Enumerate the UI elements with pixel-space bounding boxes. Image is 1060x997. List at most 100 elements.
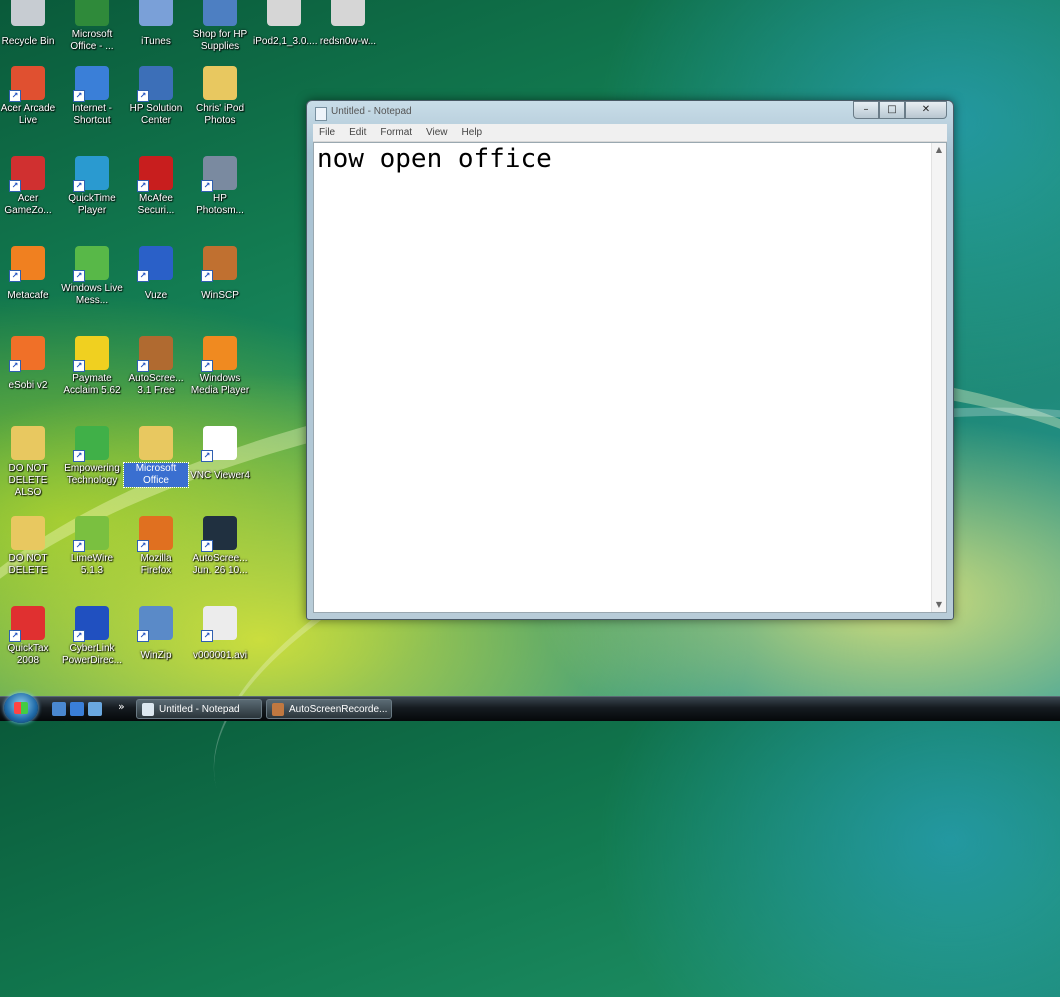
desktop-icon[interactable]: Microsoft Office xyxy=(123,426,189,488)
taskbar-button[interactable]: AutoScreenRecorde... xyxy=(266,699,392,719)
desktop-icon-label: HP Photosm... xyxy=(196,193,244,216)
desktop-icon-label: AutoScree... Jun. 26 10... xyxy=(192,553,248,576)
desktop-icon[interactable]: ↗ Windows Live Mess... xyxy=(60,246,124,307)
desktop-icon-label: QuickTime Player xyxy=(68,193,116,216)
desktop-icon[interactable]: ↗ Mozilla Firefox xyxy=(124,516,188,577)
desktop-icon[interactable]: DO NOT DELETE ALSO xyxy=(0,426,60,499)
desktop-icon-label: Shop for HP Supplies xyxy=(192,29,248,52)
desktop-icon-label: HP Solution Center xyxy=(129,103,183,126)
desktop-icon[interactable]: ↗ McAfee Securi... xyxy=(124,156,188,217)
desktop-icon[interactable]: ↗ QuickTime Player xyxy=(60,156,124,217)
internet-explorer-icon[interactable] xyxy=(70,702,84,716)
folder-icon xyxy=(139,426,173,460)
switch-windows-icon[interactable] xyxy=(88,702,102,716)
desktop-icon-label: DO NOT DELETE xyxy=(8,553,48,576)
shortcut-arrow-icon: ↗ xyxy=(73,540,85,552)
hp-photo-icon: ↗ xyxy=(201,156,237,192)
desktop-icon[interactable]: ↗ v000001.avi xyxy=(188,606,252,662)
vnc-icon: ↗ xyxy=(201,426,237,462)
desktop-icon[interactable]: ↗ CyberLink PowerDirec... xyxy=(60,606,124,667)
desktop-icon[interactable]: ↗ Metacafe xyxy=(0,246,60,302)
desktop-icon[interactable]: ↗ LimeWire 5.1.3 xyxy=(60,516,124,577)
close-button[interactable]: ✕ xyxy=(905,101,947,119)
desktop-icon[interactable]: Shop for HP Supplies xyxy=(188,0,252,53)
menu-bar: File Edit Format View Help xyxy=(313,124,947,142)
desktop-icon[interactable]: DO NOT DELETE xyxy=(0,516,60,577)
desktop-icon[interactable]: ↗ QuickTax 2008 xyxy=(0,606,60,667)
notepad-window[interactable]: Untitled - Notepad – □ ✕ File Edit Forma… xyxy=(306,100,954,620)
desktop-icon-label: Metacafe xyxy=(7,290,49,301)
desktop-icon[interactable]: ↗ WinSCP xyxy=(188,246,252,302)
menu-help[interactable]: Help xyxy=(462,127,483,138)
shortcut-arrow-icon: ↗ xyxy=(73,630,85,642)
desktop-icon-label: Recycle Bin xyxy=(1,36,55,47)
quicktime-icon: ↗ xyxy=(73,156,109,192)
desktop-icon[interactable]: ↗ AutoScree... Jun. 26 10... xyxy=(188,516,252,577)
desktop-icon[interactable]: ↗ WinZip xyxy=(124,606,188,662)
vertical-scrollbar[interactable]: ▲ ▼ xyxy=(931,143,946,612)
desktop-icon-label: LimeWire 5.1.3 xyxy=(70,553,114,576)
menu-view[interactable]: View xyxy=(426,127,448,138)
empowering-icon: ↗ xyxy=(73,426,109,462)
cube-icon: ↗ xyxy=(9,156,45,192)
desktop-icon-label: redsn0w-w... xyxy=(319,36,377,47)
desktop-icon-label: CyberLink PowerDirec... xyxy=(61,643,122,666)
metacafe-icon: ↗ xyxy=(9,246,45,282)
desktop-icon[interactable]: ↗ AutoScree... 3.1 Free xyxy=(124,336,188,397)
winscp-icon: ↗ xyxy=(201,246,237,282)
vuze-icon: ↗ xyxy=(137,246,173,282)
esobi-icon: ↗ xyxy=(9,336,45,372)
desktop-icon[interactable]: Recycle Bin xyxy=(0,0,60,48)
desktop-icon[interactable]: redsn0w-w... xyxy=(316,0,380,48)
minimize-button[interactable]: – xyxy=(853,101,879,119)
taskbar-button[interactable]: Untitled - Notepad xyxy=(136,699,262,719)
desktop-icon[interactable]: Chris' iPod Photos xyxy=(188,66,252,127)
desktop-icon-label: iPod2,1_3.0.... xyxy=(253,36,318,47)
shortcut-arrow-icon: ↗ xyxy=(9,270,21,282)
shortcut-arrow-icon: ↗ xyxy=(73,450,85,462)
editor-content[interactable]: now open office xyxy=(317,144,552,174)
desktop-icon[interactable]: ↗ HP Photosm... xyxy=(188,156,252,217)
menu-format[interactable]: Format xyxy=(380,127,412,138)
menu-file[interactable]: File xyxy=(319,127,335,138)
shortcut-arrow-icon: ↗ xyxy=(73,360,85,372)
avi-file-icon: ↗ xyxy=(201,606,237,642)
desktop-icon[interactable]: ↗ HP Solution Center xyxy=(124,66,188,127)
show-desktop-icon[interactable] xyxy=(52,702,66,716)
start-button[interactable] xyxy=(4,693,38,723)
shortcut-arrow-icon: ↗ xyxy=(137,270,149,282)
scroll-down-icon[interactable]: ▼ xyxy=(932,598,946,612)
scroll-up-icon[interactable]: ▲ xyxy=(932,143,946,157)
desktop-icon[interactable]: ↗ Acer GameZo... xyxy=(0,156,60,217)
shortcut-arrow-icon: ↗ xyxy=(201,360,213,372)
desktop-icon[interactable]: ↗ Windows Media Player xyxy=(188,336,252,397)
media-player-icon: ↗ xyxy=(201,336,237,372)
shortcut-arrow-icon: ↗ xyxy=(73,180,85,192)
desktop-icon[interactable]: iPod2,1_3.0.... xyxy=(252,0,318,48)
shortcut-arrow-icon: ↗ xyxy=(201,180,213,192)
taskbar: » Untitled - Notepad AutoScreenRecorde... xyxy=(0,693,1060,723)
shortcut-arrow-icon: ↗ xyxy=(73,90,85,102)
desktop-icon[interactable]: ↗ Acer Arcade Live xyxy=(0,66,60,127)
desktop-icon-label: Internet - Shortcut xyxy=(71,103,113,126)
desktop-icon[interactable]: ↗ Internet - Shortcut xyxy=(60,66,124,127)
desktop-icon-label: DO NOT DELETE ALSO xyxy=(8,463,48,498)
hp-shop-icon xyxy=(203,0,237,26)
windows-logo-icon xyxy=(14,702,28,714)
text-editor[interactable]: now open office ▲ ▼ xyxy=(313,142,947,613)
desktop-icon[interactable]: ↗ Empowering Technology xyxy=(60,426,124,487)
desktop-icon[interactable]: ↗ eSobi v2 xyxy=(0,336,60,392)
shortcut-arrow-icon: ↗ xyxy=(137,90,149,102)
desktop-icon-label: Chris' iPod Photos xyxy=(195,103,245,126)
itunes-icon xyxy=(139,0,173,26)
desktop-icon[interactable]: ↗ Paymate Acclaim 5.62 xyxy=(60,336,124,397)
maximize-button[interactable]: □ xyxy=(879,101,905,119)
desktop-icon[interactable]: iTunes xyxy=(124,0,188,48)
menu-edit[interactable]: Edit xyxy=(349,127,366,138)
desktop-icon[interactable]: ↗ Vuze xyxy=(124,246,188,302)
folder-icon xyxy=(11,516,45,550)
desktop-icon[interactable]: Microsoft Office - ... xyxy=(60,0,124,53)
quick-launch-overflow[interactable]: » xyxy=(118,700,125,713)
desktop-icon[interactable]: ↗ VNC Viewer4 xyxy=(188,426,252,482)
taskbar-button-label: AutoScreenRecorde... xyxy=(289,704,388,715)
